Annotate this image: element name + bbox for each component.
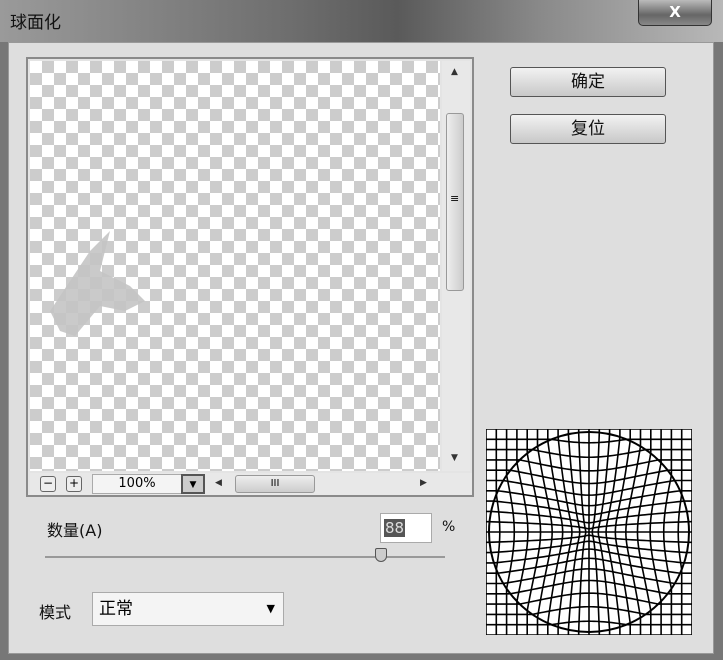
- scroll-right-icon[interactable]: ▶: [420, 478, 427, 488]
- preview-canvas[interactable]: [30, 61, 440, 471]
- vertical-scroll-thumb[interactable]: ≡: [446, 113, 464, 291]
- horizontal-scroll-thumb[interactable]: III: [235, 475, 315, 493]
- mode-select[interactable]: 正常 ▼: [92, 592, 284, 626]
- percent-label: %: [442, 519, 456, 535]
- close-button[interactable]: X: [638, 0, 712, 26]
- scroll-left-icon[interactable]: ◀: [215, 478, 222, 488]
- window-title: 球面化: [10, 13, 61, 33]
- scroll-up-icon[interactable]: ▲: [451, 67, 458, 77]
- mode-value: 正常: [99, 599, 133, 619]
- distortion-preview-grid: [486, 429, 692, 635]
- dialog-body: ▲ ≡ ▼ − + 100% ▼ ◀ III ▶ 确定 复位 数量(A) 88 …: [8, 42, 714, 654]
- mode-label: 模式: [39, 603, 72, 622]
- amount-input[interactable]: 88: [380, 513, 432, 543]
- zoom-level-field[interactable]: 100%: [92, 474, 182, 494]
- scroll-down-icon[interactable]: ▼: [451, 453, 458, 463]
- preview-panel: ▲ ≡ ▼ − + 100% ▼ ◀ III ▶: [26, 57, 474, 497]
- reset-button[interactable]: 复位: [510, 114, 666, 144]
- vertical-scrollbar[interactable]: ▲ ≡ ▼: [442, 61, 470, 471]
- preview-toolbar: − + 100% ▼ ◀ III ▶: [30, 473, 472, 495]
- amount-label: 数量(A): [47, 521, 103, 540]
- zoom-out-button[interactable]: −: [40, 476, 56, 492]
- amount-slider-thumb[interactable]: [375, 548, 387, 562]
- grip-icon: ≡: [450, 192, 460, 205]
- ok-button[interactable]: 确定: [510, 67, 666, 97]
- chevron-down-icon: ▼: [266, 602, 275, 615]
- amount-value[interactable]: 88: [384, 519, 406, 537]
- preview-image: [50, 231, 145, 336]
- title-bar: 球面化 X: [0, 0, 723, 42]
- zoom-in-button[interactable]: +: [66, 476, 82, 492]
- zoom-dropdown-icon[interactable]: ▼: [181, 474, 205, 494]
